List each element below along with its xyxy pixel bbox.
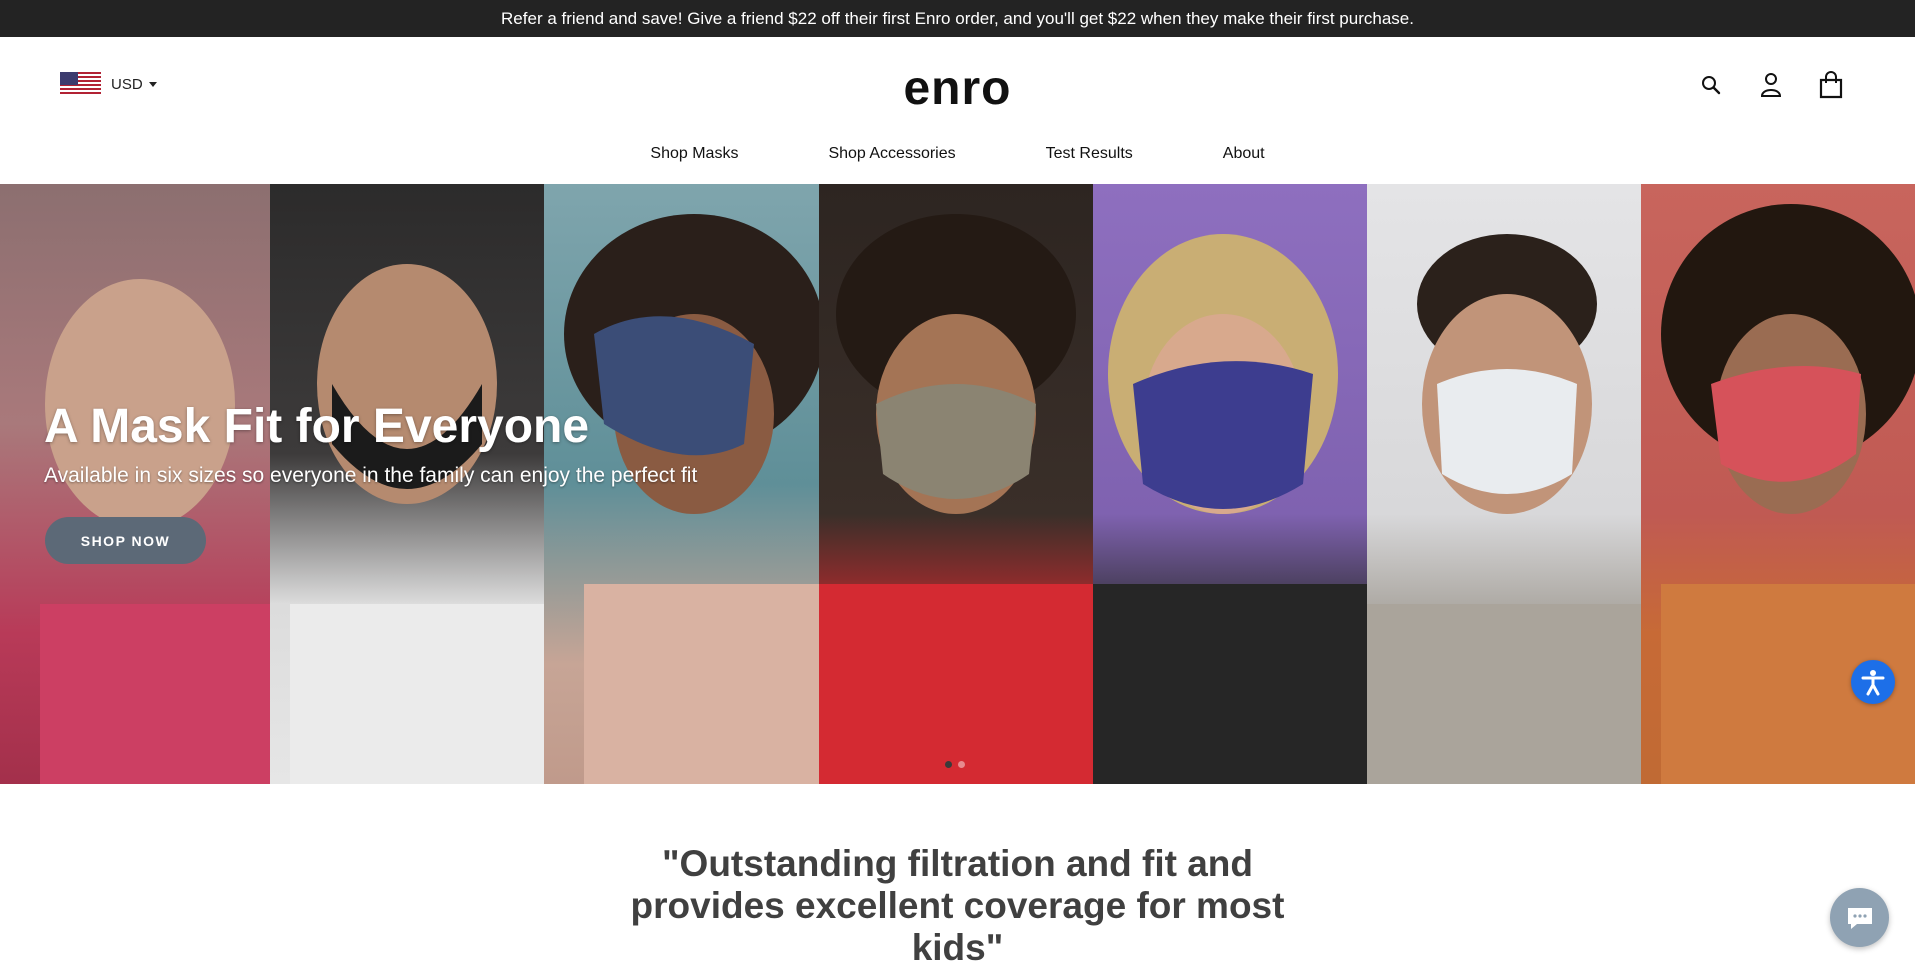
cart-icon[interactable] [1815, 69, 1847, 101]
hero-panel-5 [1093, 184, 1367, 784]
slide-indicator [945, 761, 965, 768]
hero-subtitle: Available in six sizes so everyone in th… [44, 464, 698, 487]
site-logo[interactable]: enro [0, 61, 1915, 116]
main-nav: Shop Masks Shop Accessories Test Results… [0, 145, 1915, 163]
announcement-text: Refer a friend and save! Give a friend $… [501, 8, 1414, 28]
chat-button[interactable] [1830, 888, 1889, 947]
nav-shop-masks[interactable]: Shop Masks [650, 145, 738, 163]
slide-dot-1[interactable] [945, 761, 952, 768]
announcement-bar: Refer a friend and save! Give a friend $… [0, 0, 1915, 37]
chat-bubble-icon [1847, 907, 1872, 929]
nav-shop-accessories[interactable]: Shop Accessories [828, 145, 955, 163]
accessibility-icon [1861, 670, 1885, 696]
hero-panel-4 [819, 184, 1093, 784]
person-silhouette-icon [819, 214, 1093, 784]
search-icon[interactable] [1695, 69, 1727, 101]
account-icon[interactable] [1755, 69, 1787, 101]
nav-about[interactable]: About [1223, 145, 1265, 163]
site-header: USD enro Shop Masks Shop Accessories Tes… [0, 37, 1915, 185]
accessibility-button[interactable] [1851, 660, 1895, 704]
quote-line: kids" [911, 927, 1004, 968]
header-icons [1695, 69, 1847, 101]
slide-dot-2[interactable] [958, 761, 965, 768]
testimonial-quote: "Outstanding filtration and fit and prov… [0, 843, 1915, 969]
nav-test-results[interactable]: Test Results [1046, 145, 1133, 163]
hero-title: A Mask Fit for Everyone [44, 400, 590, 453]
person-silhouette-icon [1093, 234, 1367, 784]
person-silhouette-icon [1367, 234, 1641, 784]
quote-line: provides excellent coverage for most [630, 885, 1285, 926]
hero-banner: A Mask Fit for Everyone Available in six… [0, 184, 1915, 784]
shop-now-button[interactable]: SHOP NOW [45, 517, 206, 564]
quote-line: "Outstanding filtration and fit and [662, 843, 1253, 884]
hero-panel-6 [1367, 184, 1641, 784]
